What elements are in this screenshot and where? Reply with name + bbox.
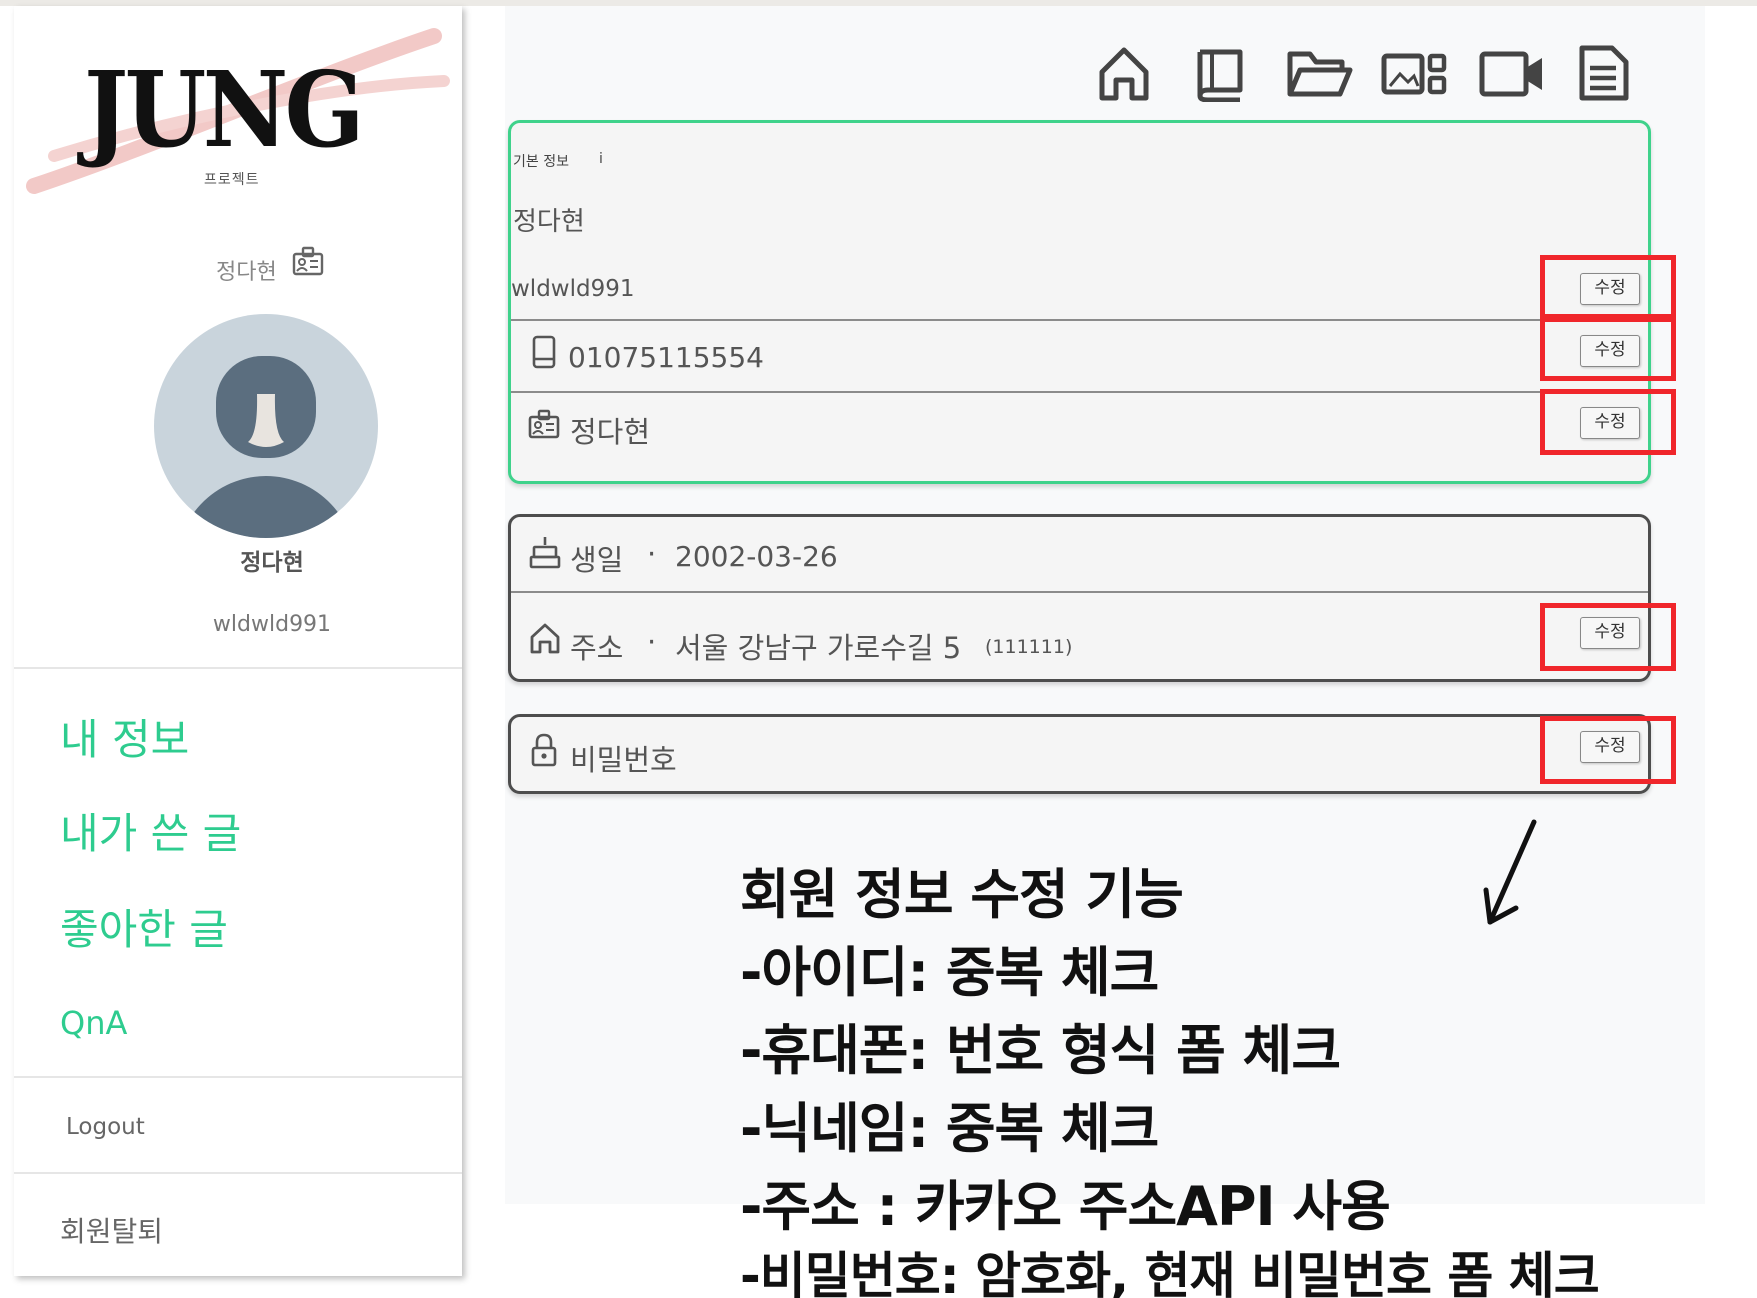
video-icon[interactable] — [1478, 44, 1546, 102]
divider — [14, 1076, 462, 1078]
sidebar: JUNG 프로젝트 정다현 정다현 wldwld991 내 정보 내가 쓴 글 … — [14, 6, 462, 1276]
avatar[interactable] — [154, 314, 378, 538]
folder-icon[interactable] — [1286, 44, 1354, 102]
home-icon[interactable] — [1096, 44, 1152, 102]
annotation-line: -주소 : 카카오 주소API 사용 — [740, 1175, 1391, 1238]
menu-qna[interactable]: QnA — [60, 1004, 127, 1042]
highlight-box — [1540, 716, 1676, 784]
phone-number: 01075115554 — [568, 341, 764, 374]
profile-name: 정다현 — [240, 550, 304, 576]
divider — [14, 667, 462, 669]
annotation-line: -비밀번호: 암호화, 현재 비밀번호 폼 체크 — [740, 1247, 1600, 1298]
row-divider — [511, 319, 1648, 321]
extra-info-card: 생일 · 2002-03-26 주소 · 서울 강남구 가로수길 5 (1111… — [508, 514, 1651, 682]
sidebar-nickname: 정다현 — [216, 260, 277, 285]
basic-name: 정다현 — [513, 207, 585, 237]
lock-icon — [531, 733, 557, 767]
birthday-value: 2002-03-26 — [675, 540, 838, 573]
logo[interactable]: JUNG 프로젝트 — [14, 6, 462, 206]
phone-icon — [532, 335, 556, 369]
arrow-icon — [1483, 819, 1537, 925]
annotation-line: -아이디: 중복 체크 — [740, 941, 1159, 1004]
annotation-line: -휴대폰: 번호 형식 폼 체크 — [740, 1019, 1341, 1082]
password-card: 비밀번호 수정 — [508, 714, 1651, 794]
profile-id: wldwld991 — [212, 612, 332, 637]
annotation-line: -닉네임: 중복 체크 — [740, 1097, 1159, 1160]
basic-info-title: 기본 정보 — [513, 154, 569, 170]
logo-text: JUNG — [84, 48, 365, 171]
home-icon — [530, 623, 560, 654]
nickname-value: 정다현 — [570, 415, 651, 449]
info-mark[interactable]: i — [599, 151, 603, 167]
birthday-label: 생일 — [570, 543, 624, 577]
logout-link[interactable]: Logout — [66, 1114, 145, 1140]
cake-icon — [529, 537, 561, 569]
address-label: 주소 — [570, 631, 624, 665]
logo-subtitle: 프로젝트 — [204, 172, 260, 188]
address-value: 서울 강남구 가로수길 5 — [675, 631, 962, 665]
highlight-box — [1540, 389, 1676, 455]
menu-my-info[interactable]: 내 정보 — [60, 706, 189, 767]
basic-user-id: wldwld991 — [511, 276, 635, 302]
password-label: 비밀번호 — [570, 743, 677, 777]
row-divider — [511, 591, 1648, 593]
row-divider — [511, 391, 1648, 393]
book-icon[interactable] — [1192, 44, 1248, 102]
id-card-icon — [528, 409, 560, 439]
avatar-image — [154, 314, 378, 538]
highlight-box — [1540, 317, 1676, 381]
basic-info-card: 기본 정보 i 정다현 wldwld991 수정 01075115554 수정 … — [508, 120, 1651, 484]
menu-liked-posts[interactable]: 좋아한 글 — [60, 896, 228, 957]
gallery-icon[interactable] — [1380, 44, 1450, 102]
separator-dot: · — [647, 625, 657, 659]
document-icon[interactable] — [1576, 44, 1632, 102]
address-zip: (111111) — [985, 636, 1073, 658]
highlight-box — [1540, 255, 1676, 319]
divider — [14, 1172, 462, 1174]
withdraw-link[interactable]: 회원탈퇴 — [60, 1210, 163, 1250]
separator-dot: · — [647, 537, 657, 571]
menu-my-posts[interactable]: 내가 쓴 글 — [60, 800, 241, 861]
highlight-box — [1540, 603, 1676, 671]
id-card-icon — [292, 246, 324, 276]
annotation-title: 회원 정보 수정 기능 — [740, 863, 1184, 926]
